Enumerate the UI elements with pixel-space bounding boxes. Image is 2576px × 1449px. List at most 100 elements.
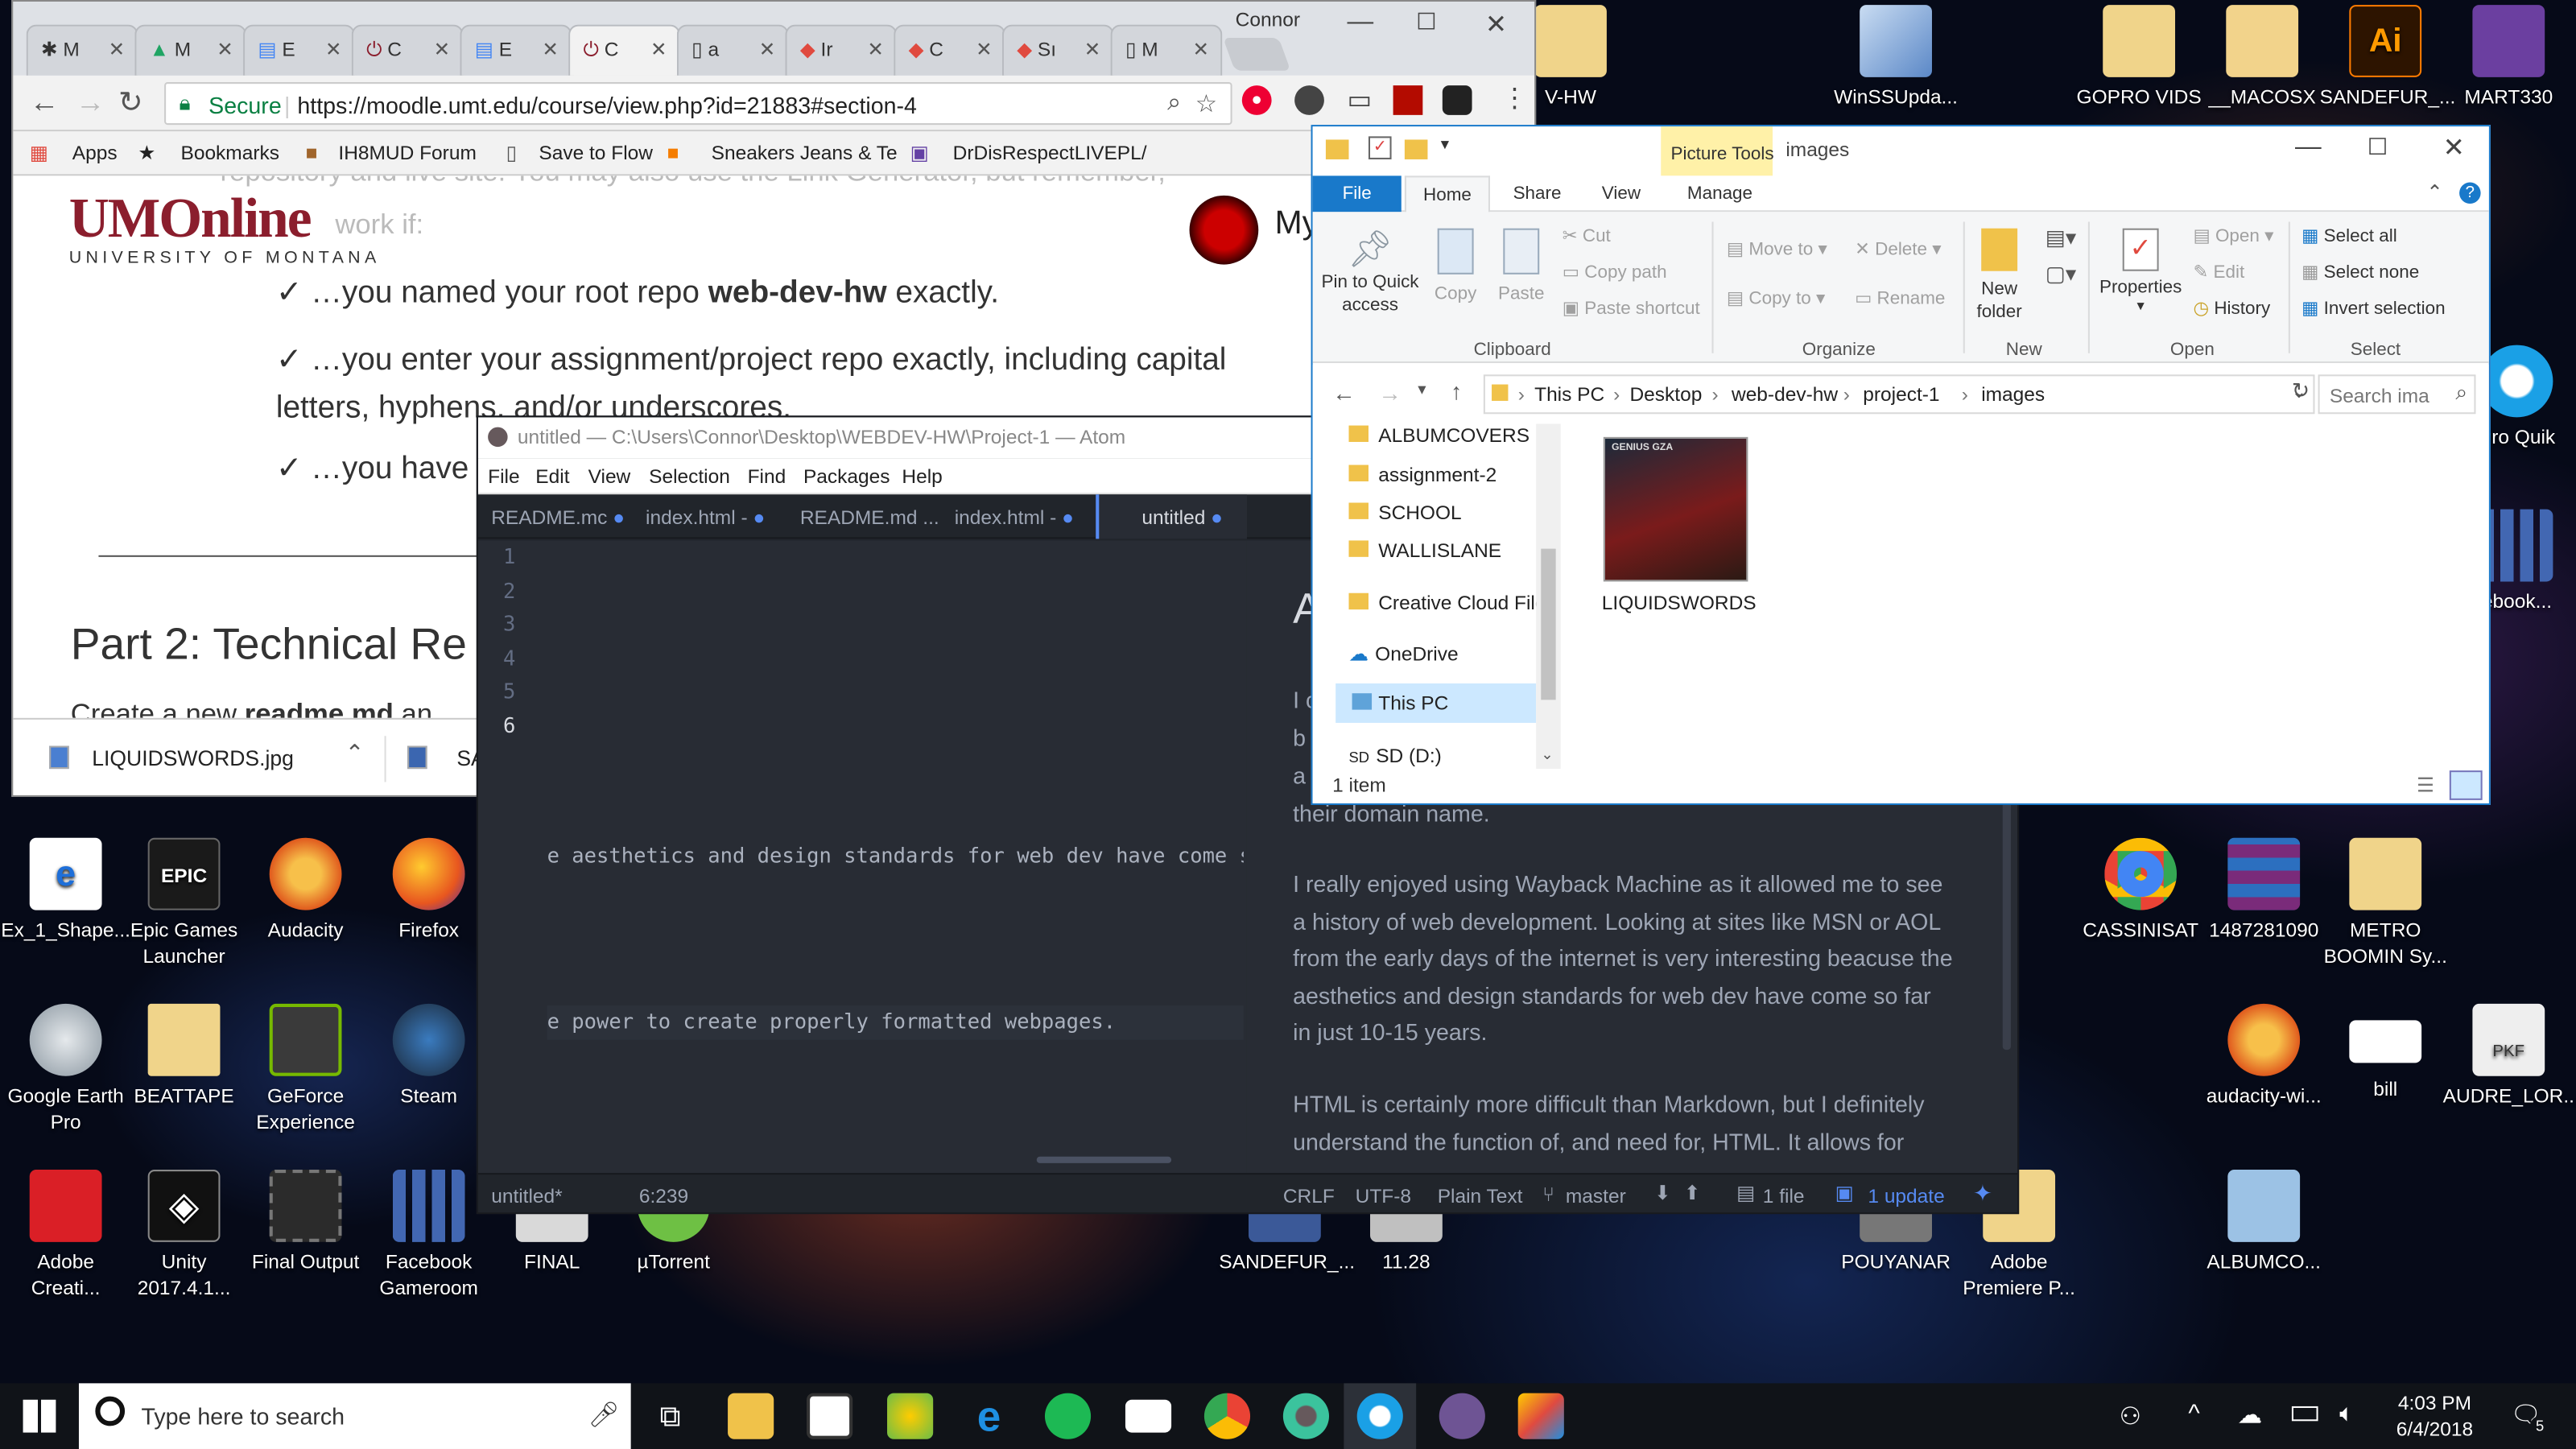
- menu-help[interactable]: Help: [902, 465, 942, 489]
- close-icon[interactable]: ✕: [976, 38, 993, 61]
- chevron-up-icon[interactable]: ⌃: [2426, 180, 2443, 204]
- people-icon[interactable]: ⚇: [2120, 1402, 2141, 1431]
- mail-icon[interactable]: [1125, 1399, 1172, 1433]
- desktop-icon-mart330[interactable]: MART330: [2443, 5, 2574, 110]
- nav-item[interactable]: ALBUMCOVERS: [1348, 424, 1530, 447]
- bookmark-apps[interactable]: Apps: [72, 142, 118, 165]
- details-view-icon[interactable]: ☰: [2417, 774, 2434, 797]
- desktop-icon-cassinisat[interactable]: CASSINISAT: [2075, 837, 2207, 943]
- close-icon[interactable]: ✕: [867, 38, 884, 61]
- back-icon[interactable]: ←: [1332, 379, 1356, 406]
- microphone-icon[interactable]: 🎤︎: [588, 1400, 620, 1430]
- maximize-button[interactable]: ☐: [2368, 133, 2388, 161]
- desktop-icon-steam[interactable]: Steam: [363, 1003, 494, 1109]
- scroll-thumb[interactable]: [1541, 548, 1556, 700]
- new-folder-button[interactable]: New folder: [1970, 228, 2029, 324]
- cut-button[interactable]: ✂ Cut: [1563, 225, 1611, 246]
- copy-button[interactable]: Copy: [1427, 228, 1483, 304]
- select-all-button[interactable]: ▦ Select all: [2301, 225, 2397, 246]
- acrobat-icon[interactable]: [1393, 85, 1423, 115]
- maximize-button[interactable]: ☐: [1416, 8, 1437, 36]
- desktop-icon-macosx[interactable]: __MACOSX: [2197, 5, 2328, 110]
- edge-icon[interactable]: e: [966, 1393, 1012, 1439]
- clock[interactable]: 4:03 PM 6/4/2018: [2382, 1390, 2487, 1443]
- desktop-icon-winrar[interactable]: 1487281090: [2198, 837, 2330, 943]
- new-folder-icon[interactable]: [1404, 139, 1428, 159]
- store-icon[interactable]: [807, 1393, 853, 1439]
- desktop-icon-final-output[interactable]: Final Output: [240, 1170, 371, 1275]
- bookmark-bookmarks[interactable]: Bookmarks: [180, 142, 279, 165]
- menu-edit[interactable]: Edit: [535, 465, 569, 489]
- new-item-icon[interactable]: ▤▾: [2046, 225, 2076, 252]
- ublock-icon[interactable]: ●: [1241, 85, 1272, 115]
- desktop-icon-winssupdate[interactable]: WinSSUpda...: [1830, 5, 1961, 110]
- chrome-tab-active[interactable]: ⏻ C ✕: [568, 24, 680, 76]
- easy-access-icon[interactable]: ▢▾: [2046, 261, 2076, 287]
- bookmark-sneakers[interactable]: Sneakers Jeans & Te: [712, 142, 898, 165]
- umonline-logo[interactable]: UMOnline UNIVERSITY OF MONTANA: [69, 189, 415, 268]
- status-branch[interactable]: master: [1566, 1184, 1626, 1208]
- desktop-icon-adobe-cc[interactable]: Adobe Creati...: [0, 1170, 131, 1301]
- close-button[interactable]: ✕: [1485, 8, 1507, 41]
- move-to-button[interactable]: ▤ Move to ▾: [1727, 238, 1827, 259]
- chrome-tab[interactable]: ◆ Sı ✕: [1001, 24, 1114, 76]
- menu-selection[interactable]: Selection: [649, 465, 730, 489]
- desktop-icon-beattape[interactable]: BEATTAPE: [118, 1003, 250, 1109]
- nav-item[interactable]: assignment-2: [1348, 464, 1496, 486]
- tab-share[interactable]: Share: [1513, 184, 1562, 204]
- desktop-icon-audre-lor[interactable]: PKF AUDRE_LOR...: [2443, 1003, 2576, 1109]
- fetch-down-icon[interactable]: ⬇: [1654, 1181, 1671, 1204]
- nav-item[interactable]: SD SD (D:): [1348, 744, 1441, 767]
- vertical-scrollbar[interactable]: ⌄: [1536, 423, 1561, 770]
- desktop-icon-audacity[interactable]: Audacity: [240, 837, 371, 943]
- desktop-icon-albumco[interactable]: ALBUMCO...: [2198, 1170, 2330, 1275]
- tab-view[interactable]: View: [1602, 184, 1641, 204]
- chrome-tab[interactable]: ▤ E ✕: [460, 24, 572, 76]
- status-eol[interactable]: CRLF: [1283, 1184, 1335, 1208]
- push-up-icon[interactable]: ⬆: [1684, 1181, 1701, 1204]
- bookmark-save-to-flow[interactable]: Save to Flow: [539, 142, 653, 165]
- desktop-icon-metro-boomin[interactable]: METRO BOOMIN Sy...: [2320, 837, 2451, 969]
- pin-quick-access-button[interactable]: 📌︎ Pin to Quick access: [1316, 229, 1425, 317]
- help-icon[interactable]: ?: [2459, 182, 2481, 204]
- chevron-up-icon[interactable]: ⌃: [345, 739, 365, 767]
- chrome-tab[interactable]: ▲ M ✕: [134, 24, 247, 76]
- github-icon[interactable]: [1439, 1393, 1485, 1439]
- minimize-button[interactable]: —: [2295, 133, 2322, 163]
- desktop-icon-geforce[interactable]: GeForce Experience: [240, 1003, 371, 1135]
- properties-button[interactable]: ✓ Properties ▾: [2098, 228, 2183, 316]
- invert-selection-button[interactable]: ▦ Invert selection: [2301, 297, 2445, 318]
- zoom-icon[interactable]: ⌕: [1167, 89, 1181, 117]
- chrome-tab[interactable]: ⏻ C ✕: [351, 24, 464, 76]
- close-icon[interactable]: ✕: [1192, 38, 1209, 61]
- bookmark-drdisrespect[interactable]: DrDisRespectLIVEPL/: [953, 142, 1147, 165]
- breadcrumb-item[interactable]: project-1: [1863, 383, 1939, 407]
- editor-pane[interactable]: 1 2 3 4 5 6 e aesthetics and design stan…: [477, 540, 1247, 1174]
- editor-tab-active[interactable]: untitled ●: [1096, 494, 1247, 539]
- editor-tab[interactable]: index.html - ●: [633, 494, 784, 539]
- nav-item[interactable]: WALLISLANE: [1348, 539, 1501, 562]
- status-grammar[interactable]: Plain Text: [1438, 1184, 1523, 1208]
- breadcrumb-item[interactable]: This PC: [1534, 383, 1604, 407]
- status-update[interactable]: 1 update: [1868, 1184, 1944, 1208]
- search-input[interactable]: Search ima ⌕: [2318, 374, 2476, 415]
- chevron-up-icon[interactable]: ^: [2188, 1400, 2199, 1428]
- desktop-icon-audacity-win[interactable]: audacity-wi...: [2198, 1003, 2330, 1109]
- extension-badge-icon[interactable]: [1442, 85, 1472, 115]
- address-bar[interactable]: 🔒︎ Secure | https://moodle.umt.edu/cours…: [164, 82, 1232, 126]
- forward-icon[interactable]: →: [76, 85, 105, 120]
- nav-item[interactable]: ☁ OneDrive: [1348, 642, 1458, 666]
- chrome-tab[interactable]: ◆ C ✕: [894, 24, 1005, 76]
- avatar[interactable]: [1189, 195, 1259, 265]
- paste-shortcut-button[interactable]: ▣ Paste shortcut: [1563, 297, 1700, 318]
- chrome-tab[interactable]: ▯ a ✕: [676, 24, 789, 76]
- volume-icon[interactable]: 🔈︎: [2339, 1400, 2354, 1428]
- chevron-down-icon[interactable]: ▾: [1441, 136, 1449, 154]
- minimize-button[interactable]: —: [1347, 8, 1373, 38]
- onedrive-icon[interactable]: ☁: [2238, 1400, 2263, 1430]
- copy-path-button[interactable]: ▭ Copy path: [1563, 261, 1667, 283]
- close-icon[interactable]: ✕: [325, 38, 342, 61]
- tab-file[interactable]: File: [1312, 175, 1402, 213]
- refresh-icon[interactable]: ↻: [2292, 378, 2310, 404]
- close-button[interactable]: ✕: [2443, 131, 2465, 164]
